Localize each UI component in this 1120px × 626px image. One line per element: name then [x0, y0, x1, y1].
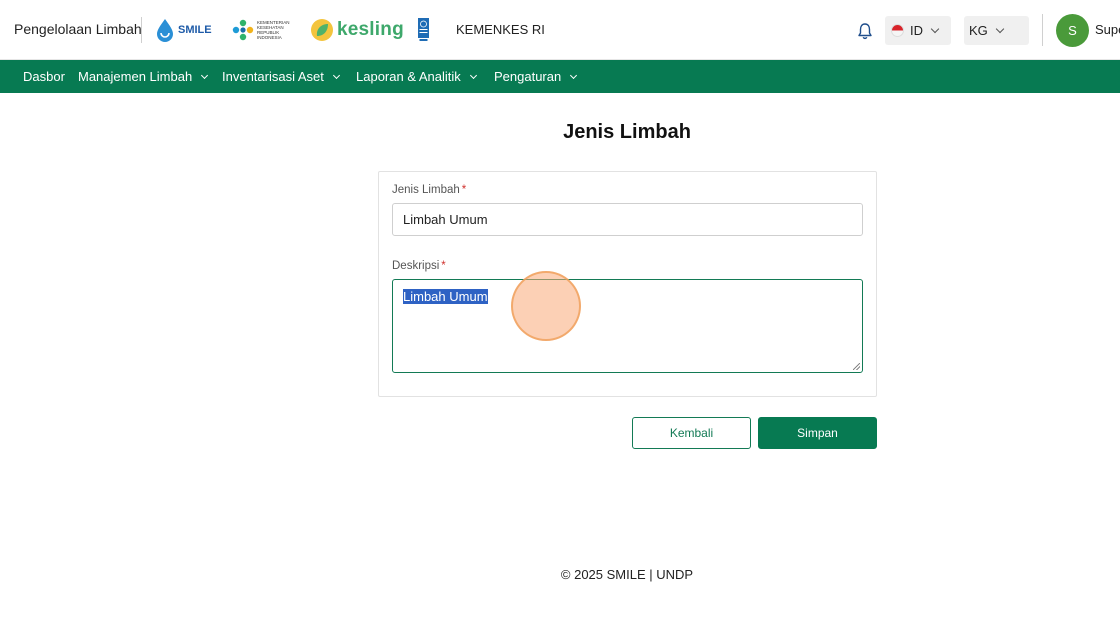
smile-logo-text: SMILE [178, 23, 212, 36]
resize-handle-icon[interactable] [853, 363, 860, 370]
nav-item-label: Inventarisasi Aset [222, 69, 324, 84]
jenis-limbah-input[interactable]: Limbah Umum [392, 203, 863, 236]
notification-bell-icon[interactable] [856, 22, 874, 45]
chevron-down-icon [570, 71, 578, 79]
nav-item-label: Dasbor [23, 69, 65, 84]
undp-logo [418, 14, 429, 46]
nav-item-label: Laporan & Analitik [356, 69, 461, 84]
kemenkes-logo: KEMENTERIAN KESEHATAN REPUBLIK INDONESIA [232, 14, 290, 46]
header-divider [1042, 14, 1043, 46]
main-navbar: Dasbor Manajemen Limbah Inventarisasi As… [0, 60, 1120, 93]
nav-item-pengaturan[interactable]: Pengaturan [494, 69, 578, 84]
required-mark: * [441, 260, 446, 272]
nav-item-label: Pengaturan [494, 69, 562, 84]
water-drop-icon [157, 19, 173, 42]
app-title: Pengelolaan Limbah [14, 21, 142, 37]
kemenkes-logo-text: KEMENTERIAN KESEHATAN REPUBLIK INDONESIA [257, 20, 290, 40]
chevron-down-icon [469, 71, 477, 79]
footer-text: © 2025 SMILE | UNDP [560, 567, 694, 582]
deskripsi-textarea[interactable]: Limbah Umum [392, 279, 863, 373]
field-label-text: Jenis Limbah [392, 184, 460, 196]
unit-selector[interactable]: KG [964, 16, 1029, 45]
kemenkes-emblem-icon [232, 19, 254, 41]
chevron-down-icon [332, 71, 340, 79]
jenis-limbah-label: Jenis Limbah * [392, 184, 466, 196]
field-label-text: Deskripsi [392, 260, 440, 272]
nav-item-manajemen-limbah[interactable]: Manajemen Limbah [78, 69, 209, 84]
kesling-logo-text: kesling [337, 19, 404, 40]
header-divider [141, 17, 142, 43]
smile-logo: SMILE [155, 14, 212, 46]
nav-item-inventarisasi-aset[interactable]: Inventarisasi Aset [222, 69, 340, 84]
selected-text: Limbah Umum [403, 289, 488, 304]
user-avatar[interactable]: S [1056, 14, 1089, 47]
indonesia-flag-icon [891, 24, 904, 37]
nav-item-label: Manajemen Limbah [78, 69, 193, 84]
org-label: KEMENKES RI [456, 22, 545, 37]
click-indicator [511, 271, 581, 341]
leaf-drop-icon [311, 19, 333, 41]
save-button[interactable]: Simpan [758, 417, 877, 449]
deskripsi-label: Deskripsi * [392, 260, 446, 272]
nav-item-dasbor[interactable]: Dasbor [23, 69, 65, 84]
chevron-down-icon [995, 24, 1005, 34]
nav-item-laporan-analitik[interactable]: Laporan & Analitik [356, 69, 477, 84]
page-title: Jenis Limbah [563, 121, 691, 143]
chevron-down-icon [201, 71, 209, 79]
back-button[interactable]: Kembali [632, 417, 751, 449]
unit-value: KG [969, 23, 988, 38]
form-card: Jenis Limbah * Limbah Umum Deskripsi * Lim… [378, 171, 877, 397]
language-selector[interactable]: ID [885, 16, 951, 45]
chevron-down-icon [930, 24, 940, 34]
top-header: Pengelolaan Limbah SMILE KEMENTERIAN KES… [0, 0, 1120, 60]
undp-emblem-icon [418, 18, 429, 41]
language-value: ID [910, 23, 923, 38]
username-label[interactable]: Supe [1095, 22, 1120, 37]
kesling-logo: kesling [310, 14, 404, 46]
required-mark: * [461, 184, 467, 196]
